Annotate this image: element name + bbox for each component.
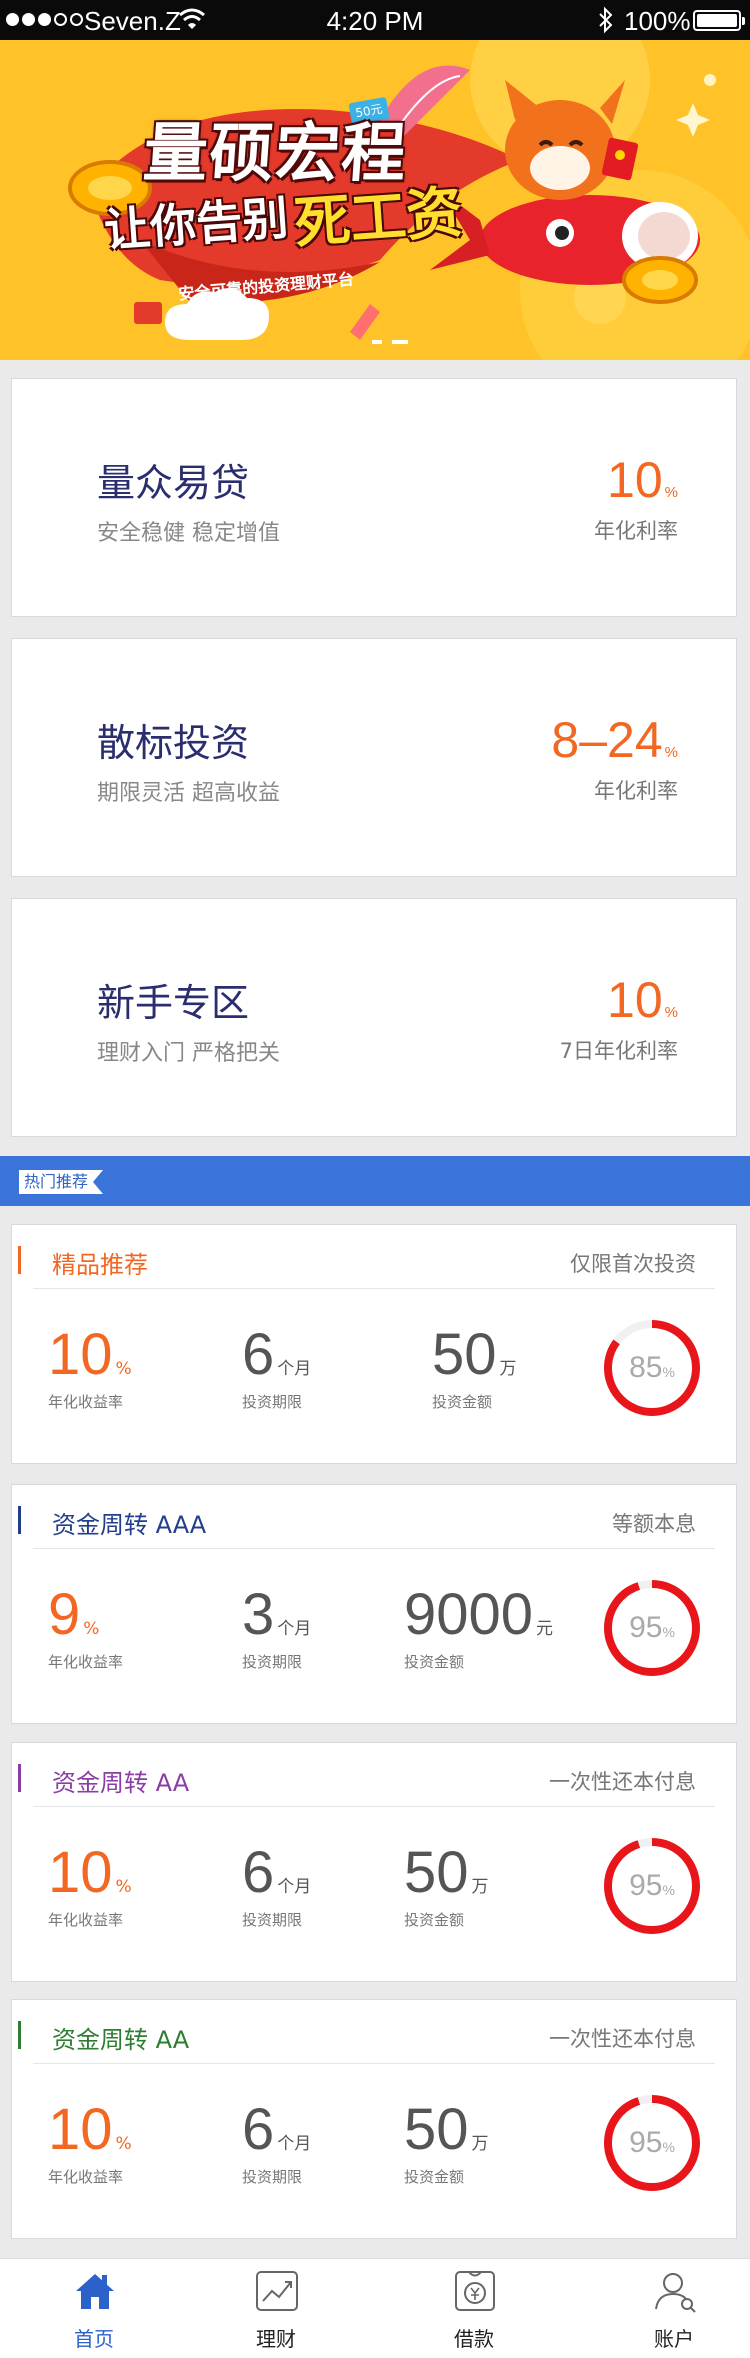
title-marker	[18, 2021, 21, 2049]
banner-subtitle-highlight: 死工资	[292, 180, 465, 257]
metric-amount: 50 万 投资金额	[432, 1322, 517, 1412]
metric-term: 6 个月 投资期限	[242, 2097, 312, 2187]
title-marker	[18, 1764, 21, 1792]
tab-label: 账户	[654, 2327, 694, 2351]
metric-label: 投资金额	[404, 1653, 465, 1671]
product-rate: 8–24%	[551, 712, 678, 768]
recommend-note: 一次性还本付息	[549, 2027, 696, 2051]
user-icon	[655, 2273, 696, 2313]
progress-value: 95%	[629, 1869, 675, 1902]
promo-banner[interactable]: 50元 量硕宏程 让你告别 死工资 安全可靠的投资理财平台	[0, 40, 750, 360]
battery-icon	[693, 10, 745, 31]
product-desc: 理财入门 严格把关	[97, 1041, 280, 1066]
banner-subtitle: 让你告别	[102, 190, 290, 258]
divider	[33, 2063, 715, 2064]
home-icon	[76, 2274, 114, 2309]
product-rate: 10%	[607, 452, 678, 508]
metric-label: 年化收益率	[48, 1393, 124, 1411]
metric-label: 投资金额	[404, 2168, 465, 2186]
metric-label: 年化收益率	[48, 2168, 124, 2186]
metric-label: 投资期限	[242, 1911, 303, 1929]
recommend-title: 资金周转 AAA	[52, 1511, 207, 1539]
metric-rate: 9% 年化收益率	[48, 1582, 124, 1672]
recommend-card[interactable]: 精品推荐 仅限首次投资 10% 年化收益率 6 个月 投资期限 50 万 投资金额 …	[11, 1224, 737, 1464]
product-card-xszq[interactable]: 新手专区 理财入门 严格把关 10% 7日年化利率	[11, 898, 737, 1137]
metric-rate: 10% 年化收益率	[48, 2097, 132, 2187]
metric-label: 投资期限	[242, 2168, 303, 2186]
product-name: 散标投资	[97, 721, 250, 765]
recommend-title: 资金周转 AA	[52, 1769, 190, 1797]
tab-label: 理财	[256, 2327, 296, 2351]
tab-label: 借款	[454, 2327, 494, 2351]
chart-icon	[256, 2271, 298, 2311]
recommend-card[interactable]: 资金周转 AA 一次性还本付息 10% 年化收益率 6 个月 投资期限 50 万 投…	[11, 1999, 737, 2239]
metric-label: 年化收益率	[48, 1911, 124, 1929]
recommend-title: 资金周转 AA	[52, 2026, 190, 2054]
metric-term: 6 个月 投资期限	[242, 1840, 312, 1930]
metric-term: 6 个月 投资期限	[242, 1322, 312, 1412]
recommend-note: 仅限首次投资	[570, 1252, 696, 1276]
progress-value: 95%	[629, 2126, 675, 2159]
metric-label: 投资金额	[432, 1393, 493, 1411]
divider	[33, 1548, 715, 1549]
metric-label: 投资金额	[404, 1911, 465, 1929]
hot-recommend-header: 热门推荐	[0, 1156, 750, 1206]
metric-amount: 50 万 投资金额	[404, 1840, 489, 1930]
metric-rate: 10% 年化收益率	[48, 1840, 132, 1930]
product-name: 新手专区	[97, 981, 250, 1025]
status-bar: Seven.Z 4:20 PM 100%	[0, 0, 750, 40]
tab-home[interactable]: 首页	[0, 2259, 188, 2358]
tab-label: 首页	[74, 2327, 114, 2351]
bluetooth-icon	[599, 6, 613, 34]
product-rate-label: 年化利率	[594, 779, 678, 803]
product-desc: 期限灵活 超高收益	[97, 781, 280, 806]
metric-label: 年化收益率	[48, 1653, 124, 1671]
divider	[33, 1806, 715, 1807]
hot-recommend-tag: 热门推荐	[19, 1170, 104, 1194]
product-card-sbtz[interactable]: 散标投资 期限灵活 超高收益 8–24% 年化利率	[11, 638, 737, 877]
recommend-title: 精品推荐	[52, 1251, 148, 1279]
tab-finance[interactable]: 理财	[182, 2259, 370, 2358]
metric-amount: 9000 元 投资金额	[404, 1582, 554, 1672]
progress-value: 85%	[629, 1351, 675, 1384]
tab-bar: 首页 理财 借款 账户	[0, 2258, 750, 2358]
metric-rate: 10% 年化收益率	[48, 1322, 132, 1412]
recommend-note: 等额本息	[612, 1512, 696, 1536]
divider	[33, 1288, 715, 1289]
recommend-note: 一次性还本付息	[549, 1770, 696, 1794]
metric-term: 3 个月 投资期限	[242, 1582, 312, 1672]
product-rate: 10%	[607, 972, 678, 1028]
metric-label: 投资期限	[242, 1393, 303, 1411]
metric-amount: 50 万 投资金额	[404, 2097, 489, 2187]
progress-value: 95%	[629, 1611, 675, 1644]
product-rate-label: 年化利率	[594, 519, 678, 543]
recommend-card[interactable]: 资金周转 AA 一次性还本付息 10% 年化收益率 6 个月 投资期限 50 万 投…	[11, 1742, 737, 1982]
recommend-card[interactable]: 资金周转 AAA 等额本息 9% 年化收益率 3 个月 投资期限 9000 元 投资…	[11, 1484, 737, 1724]
product-name: 量众易贷	[97, 461, 250, 505]
battery-percent: 100%	[624, 6, 691, 36]
title-marker	[18, 1246, 21, 1274]
metric-label: 投资期限	[242, 1653, 303, 1671]
product-desc: 安全稳健 稳定增值	[97, 521, 280, 546]
loan-icon	[455, 2271, 495, 2311]
tab-account[interactable]: 账户	[580, 2259, 750, 2358]
product-rate-label: 7日年化利率	[559, 1039, 678, 1063]
product-card-lzyd[interactable]: 量众易贷 安全稳健 稳定增值 10% 年化利率	[11, 378, 737, 617]
tab-loan[interactable]: 借款	[380, 2259, 568, 2358]
title-marker	[18, 1506, 21, 1534]
